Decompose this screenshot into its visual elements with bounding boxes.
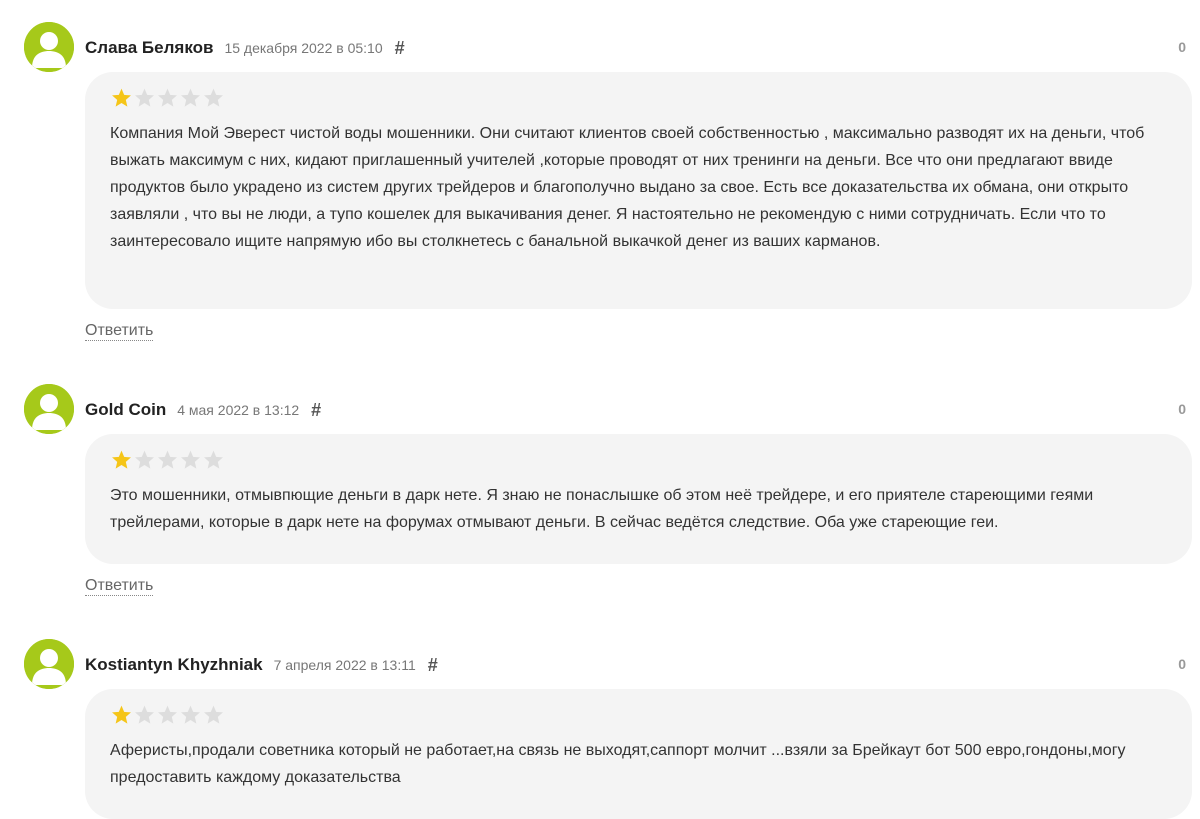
hash-icon[interactable]: # [395,38,405,59]
comment-header: Gold Coin 4 мая 2022 в 13:12 # [85,398,321,422]
star-icon [112,705,131,724]
star-icon [158,450,177,469]
star-icon [112,88,131,107]
reply-link[interactable]: Ответить [85,577,154,596]
user-silhouette-icon [24,639,74,689]
comment-author[interactable]: Kostiantyn Khyzhniak [85,655,263,675]
star-rating [110,86,1168,110]
comment-score: 0 [1178,401,1186,417]
star-icon [135,705,154,724]
comment-header: Слава Беляков 15 декабря 2022 в 05:10 # [85,36,405,60]
user-silhouette-icon [24,384,74,434]
star-rating [110,448,1168,472]
star-icon [135,88,154,107]
comment-text: Это мошенники, отмывпющие деньги в дарк … [110,487,1094,531]
comment-header: Kostiantyn Khyzhniak 7 апреля 2022 в 13:… [85,653,438,677]
star-icon [181,88,200,107]
comment-date: 7 апреля 2022 в 13:11 [273,657,416,673]
hash-icon[interactable]: # [428,655,438,676]
star-icon [181,705,200,724]
star-icon [204,88,223,107]
star-icon [181,450,200,469]
avatar [24,384,74,434]
comment-score: 0 [1178,39,1186,55]
hash-icon[interactable]: # [311,400,321,421]
star-icon [158,705,177,724]
avatar [24,639,74,689]
star-icon [135,450,154,469]
comment-bubble: Компания Мой Эверест чистой воды мошенни… [85,72,1192,309]
avatar [24,22,74,72]
comment-bubble: Аферисты,продали советника который не ра… [85,689,1192,819]
user-silhouette-icon [24,22,74,72]
comment-score: 0 [1178,656,1186,672]
star-icon [112,450,131,469]
comment-author[interactable]: Gold Coin [85,400,166,420]
star-rating [110,703,1168,727]
star-icon [204,705,223,724]
comment-text: Компания Мой Эверест чистой воды мошенни… [110,125,1145,250]
comment-bubble: Это мошенники, отмывпющие деньги в дарк … [85,434,1192,564]
star-icon [158,88,177,107]
star-icon [204,450,223,469]
comment-text: Аферисты,продали советника который не ра… [110,742,1126,786]
comment-author[interactable]: Слава Беляков [85,38,213,58]
reply-link[interactable]: Ответить [85,322,154,341]
comment-date: 15 декабря 2022 в 05:10 [224,40,383,56]
comment-date: 4 мая 2022 в 13:12 [177,402,300,418]
